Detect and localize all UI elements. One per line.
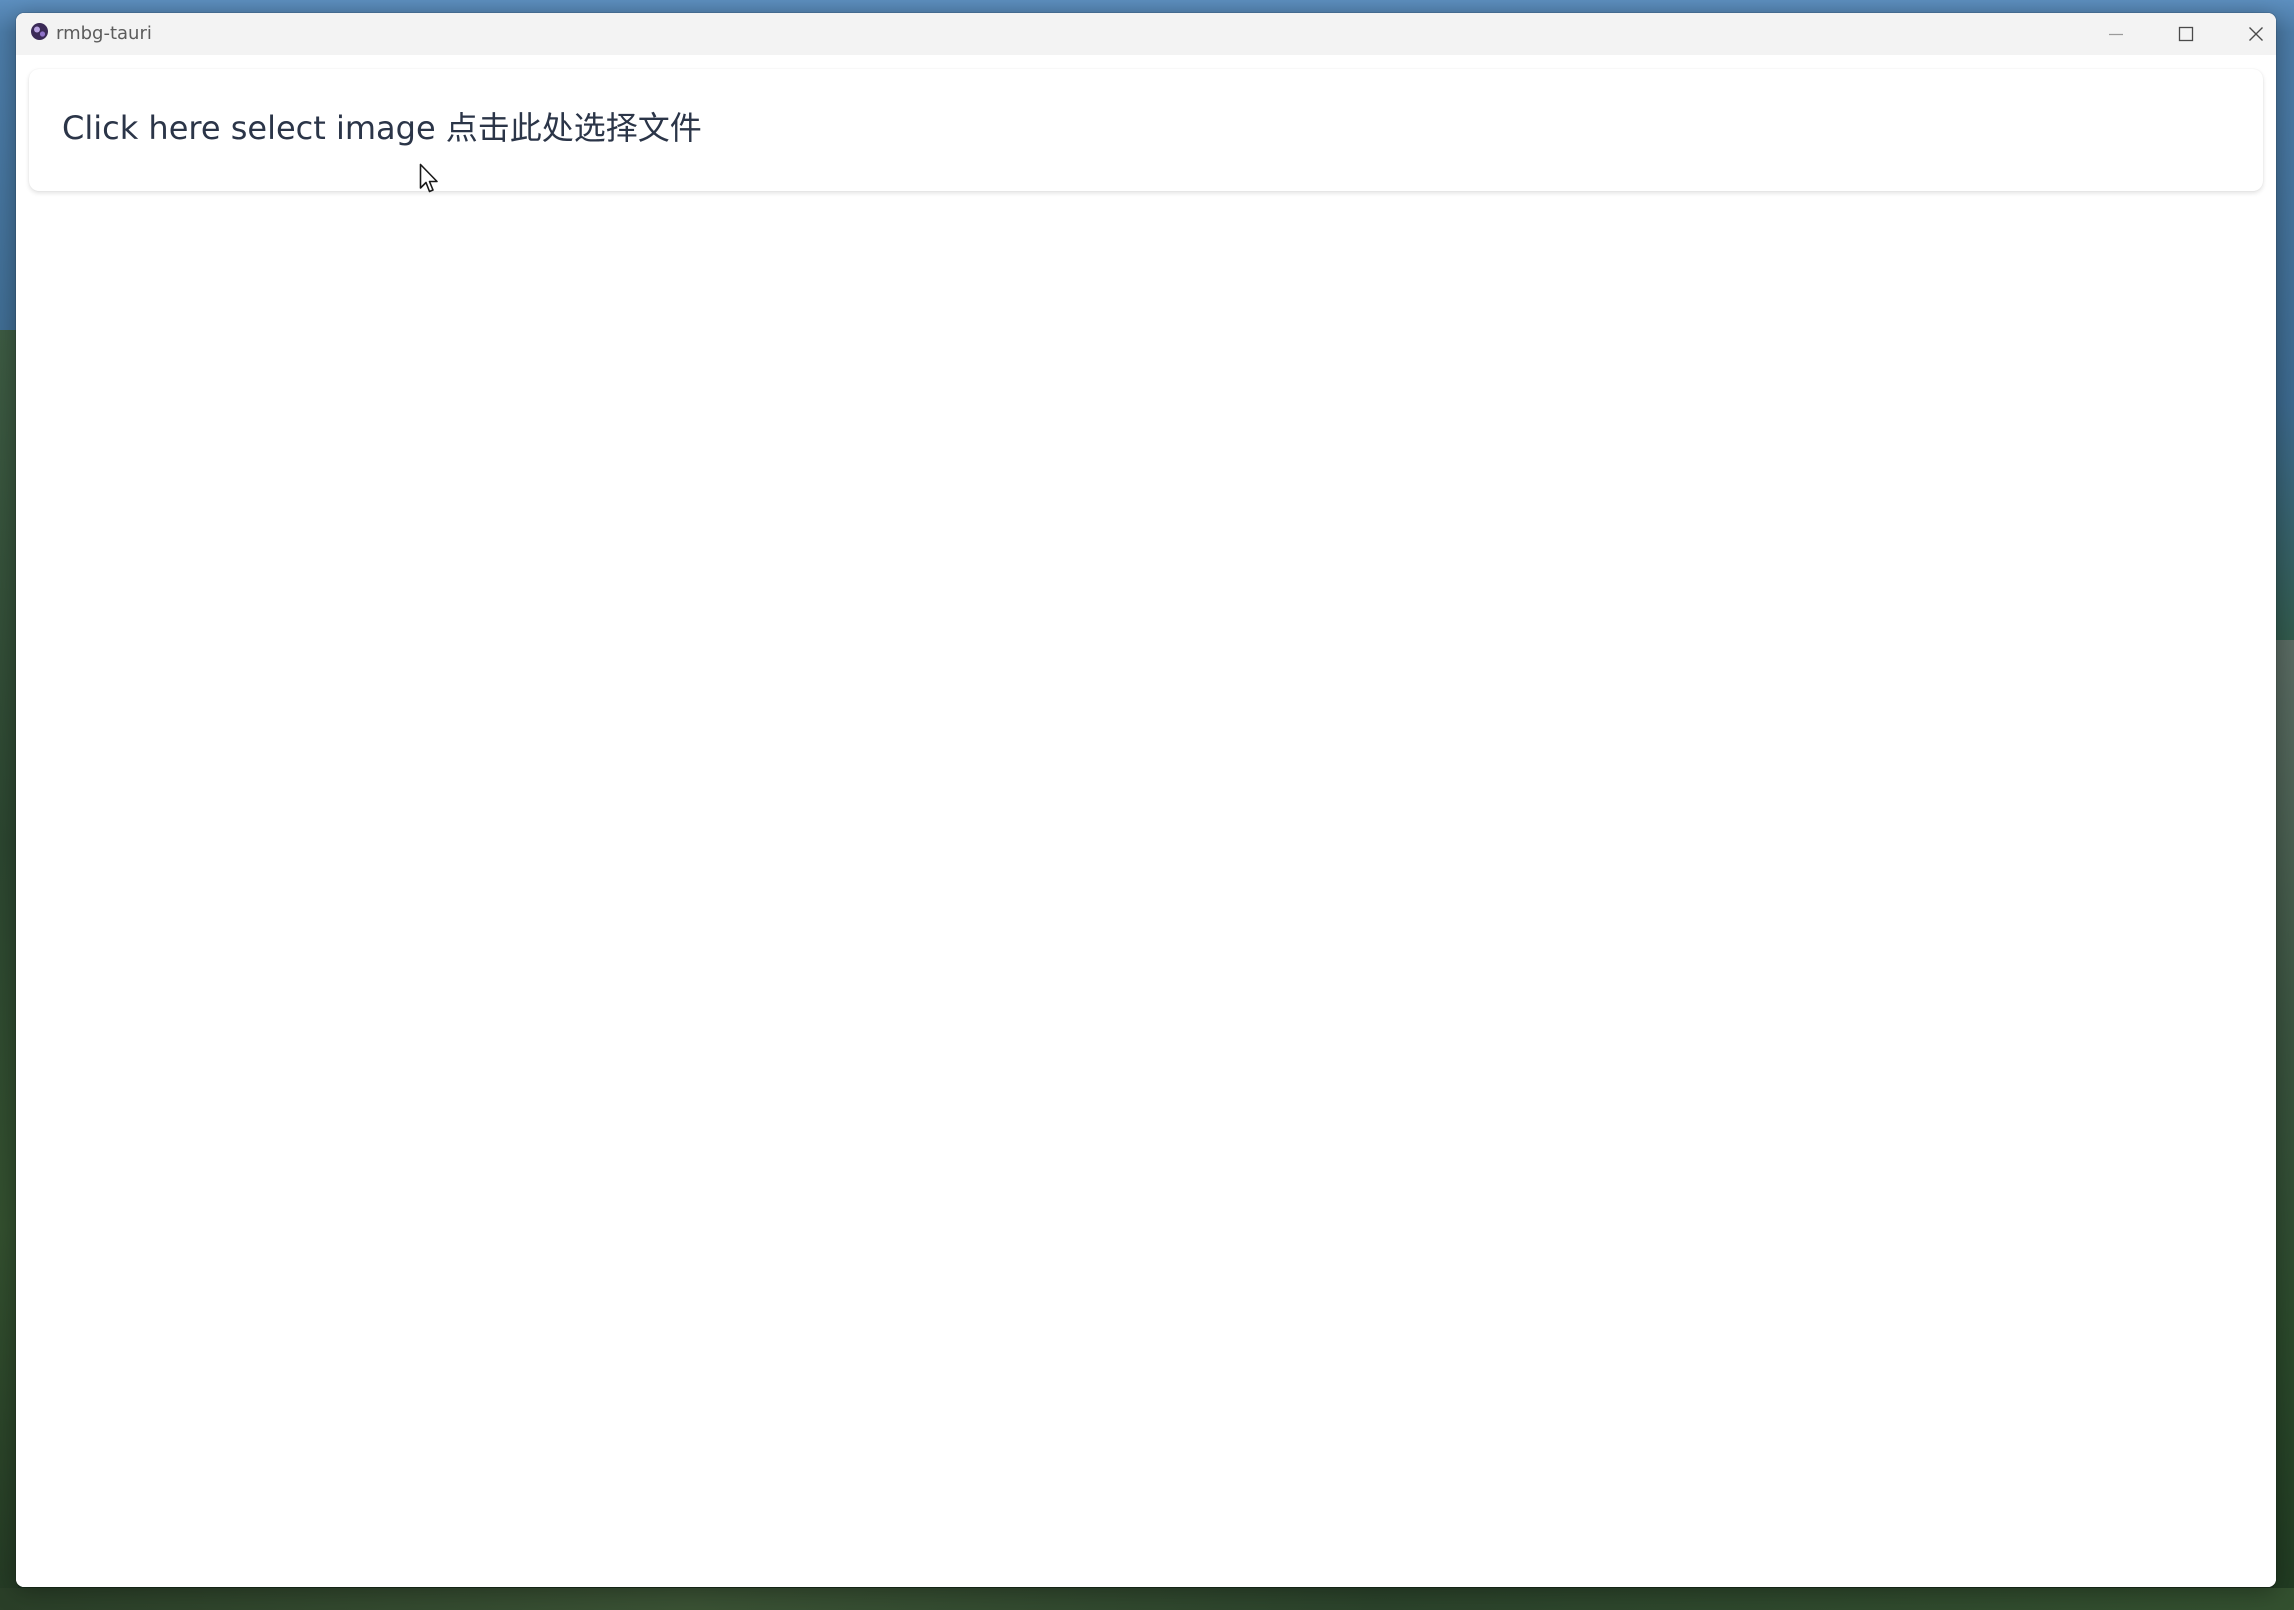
minimize-icon bbox=[2108, 26, 2124, 42]
main-content: Click here select image 点击此处选择文件 bbox=[16, 55, 2276, 1587]
window-title: rmbg-tauri bbox=[56, 23, 152, 44]
select-image-label: Click here select image 点击此处选择文件 bbox=[62, 109, 702, 147]
desktop-wallpaper-right-edge bbox=[2274, 640, 2294, 1610]
close-icon bbox=[2248, 26, 2264, 42]
select-image-button[interactable]: Click here select image 点击此处选择文件 bbox=[29, 69, 2263, 191]
close-button[interactable] bbox=[2221, 13, 2276, 55]
app-window: rmbg-tauri Click here select image 点击此处选… bbox=[16, 13, 2276, 1587]
title-bar[interactable]: rmbg-tauri bbox=[16, 13, 2276, 55]
minimize-button[interactable] bbox=[2081, 13, 2151, 55]
tauri-app-icon bbox=[30, 22, 49, 41]
maximize-button[interactable] bbox=[2151, 13, 2221, 55]
desktop-wallpaper-bottom-edge bbox=[0, 1588, 2294, 1610]
maximize-icon bbox=[2178, 26, 2194, 42]
